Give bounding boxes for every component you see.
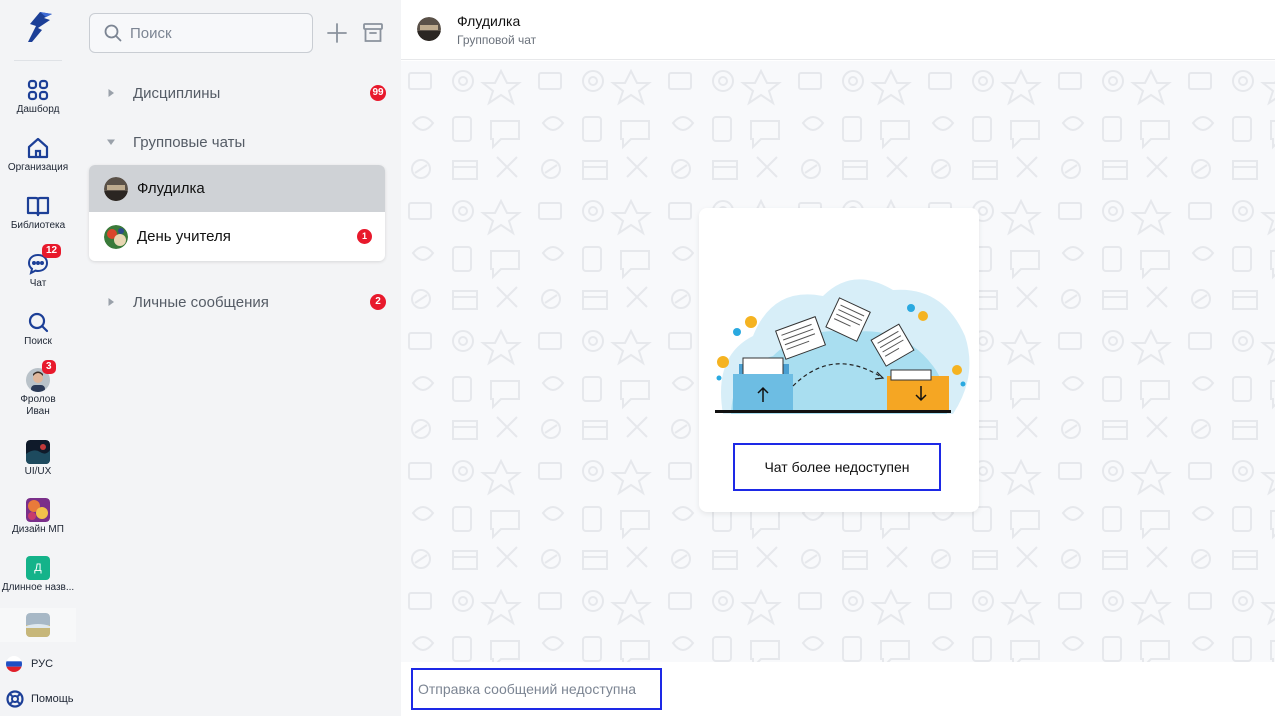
- notification-badge: 3: [42, 360, 56, 374]
- chat-header-avatar[interactable]: [417, 17, 441, 41]
- rail-item-label: Поиск: [24, 336, 52, 347]
- rail-item-workspace-landscape[interactable]: [0, 608, 76, 642]
- workspace-thumbnail: [26, 440, 50, 464]
- rail-item-profile[interactable]: 3 Фролов Иван: [0, 360, 76, 418]
- chat-avatar: [104, 176, 128, 201]
- section-title: Дисциплины: [133, 84, 221, 102]
- workspace-thumbnail: [26, 613, 50, 637]
- language-label: РУС: [31, 658, 54, 670]
- chat-name: День учителя: [137, 228, 231, 245]
- rail-item-organization[interactable]: Организация: [0, 136, 76, 174]
- message-input-disabled[interactable]: Отправка сообщений недоступна: [411, 668, 662, 710]
- rail-item-workspace-uiux[interactable]: UI/UX: [0, 440, 76, 478]
- left-rail: Дашборд Организация Библиотека 12 Чат По…: [0, 0, 76, 716]
- chat-name: Флудилка: [137, 180, 205, 197]
- chat-list-panel: Поиск Дисциплины 99 Групповые чаты Флуди…: [76, 0, 401, 716]
- dashboard-grid-icon: [27, 79, 49, 101]
- rail-item-label: Библиотека: [10, 220, 66, 231]
- home-icon: [27, 137, 49, 159]
- rail-item-workspace-long[interactable]: Д Длинное назв...: [0, 556, 76, 594]
- rail-item-chat[interactable]: 12 Чат: [0, 244, 76, 290]
- rail-item-label: Дашборд: [16, 104, 60, 115]
- unread-badge: 12: [42, 244, 62, 258]
- section-group-chats[interactable]: Групповые чаты: [106, 131, 386, 153]
- rail-divider: [14, 60, 62, 61]
- chat-item-fludilka[interactable]: Флудилка: [89, 165, 385, 212]
- rail-item-label: Чат: [29, 278, 47, 289]
- caret-right-icon: [108, 298, 114, 306]
- chat-view: Флудилка Групповой чат Чат более недосту…: [401, 0, 1275, 716]
- file-transfer-illustration: [715, 279, 970, 414]
- chat-unavailable-button[interactable]: Чат более недоступен: [733, 443, 941, 491]
- search-field[interactable]: Поиск: [89, 13, 313, 53]
- section-title: Групповые чаты: [133, 133, 246, 151]
- search-placeholder: Поиск: [130, 24, 172, 42]
- language-switcher[interactable]: РУС: [6, 655, 53, 673]
- caret-right-icon: [108, 89, 114, 97]
- logo-icon[interactable]: [22, 8, 56, 46]
- caret-down-icon: [107, 139, 115, 145]
- section-disciplines[interactable]: Дисциплины 99: [106, 82, 386, 104]
- rail-item-dashboard[interactable]: Дашборд: [0, 78, 76, 116]
- help-label: Помощь: [31, 693, 74, 705]
- chat-avatar: [104, 224, 128, 249]
- search-icon: [104, 24, 122, 42]
- rail-item-label: Организация: [7, 162, 69, 173]
- section-badge: 2: [370, 294, 386, 310]
- chat-header: Флудилка Групповой чат: [401, 0, 1275, 60]
- rail-item-label: Фролов Иван: [20, 394, 56, 417]
- chat-item-teachers-day[interactable]: День учителя 1: [89, 213, 385, 260]
- book-icon: [26, 196, 50, 217]
- help-link[interactable]: Помощь: [6, 690, 74, 708]
- section-personal-messages[interactable]: Личные сообщения 2: [106, 291, 386, 313]
- rail-item-workspace-design[interactable]: Дизайн МП: [0, 498, 76, 536]
- chat-title[interactable]: Флудилка: [457, 13, 520, 29]
- russia-flag-icon: [6, 656, 22, 672]
- workspace-thumbnail: [26, 498, 50, 522]
- rail-item-search[interactable]: Поиск: [0, 310, 76, 348]
- unread-badge: 1: [357, 229, 372, 244]
- section-badge: 99: [370, 85, 386, 101]
- chat-unavailable-card: Чат более недоступен: [699, 208, 979, 512]
- section-title: Личные сообщения: [133, 293, 269, 311]
- workspace-letter-avatar: Д: [26, 556, 50, 580]
- rail-item-label: UI/UX: [24, 466, 52, 477]
- group-chats-list: Флудилка День учителя 1: [89, 165, 385, 261]
- rail-item-label: Длинное назв...: [1, 582, 75, 593]
- lifebuoy-icon: [6, 690, 24, 708]
- search-icon: [28, 312, 49, 333]
- rail-item-library[interactable]: Библиотека: [0, 194, 76, 232]
- rail-item-label: Дизайн МП: [12, 524, 64, 535]
- new-chat-plus-icon[interactable]: [326, 20, 348, 46]
- archive-icon[interactable]: [362, 21, 384, 45]
- chat-subtitle: Групповой чат: [457, 33, 537, 47]
- message-composer: Отправка сообщений недоступна: [401, 662, 1275, 716]
